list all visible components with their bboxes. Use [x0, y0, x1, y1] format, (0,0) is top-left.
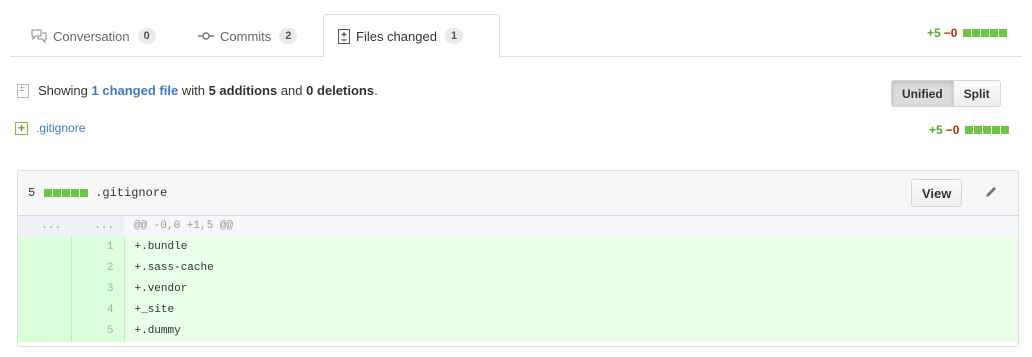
diff-view-toggle: Unified Split	[891, 80, 1001, 107]
unified-button[interactable]: Unified	[891, 80, 954, 107]
old-line-number[interactable]	[18, 279, 72, 300]
tab-counter: 2	[279, 28, 298, 44]
new-line-number[interactable]: 5	[71, 321, 125, 342]
new-line-number[interactable]: 2	[71, 258, 125, 279]
new-line-number[interactable]: 3	[71, 279, 125, 300]
line-code: +.bundle	[124, 237, 1018, 258]
toc-prefix: Showing	[38, 83, 88, 98]
tab-counter: 1	[444, 28, 464, 44]
tab-files-changed[interactable]: Files changed 1	[323, 14, 500, 58]
tab-label: Files changed	[356, 28, 437, 44]
hunk-header: @@ -0,0 +1,5 @@	[124, 216, 1018, 237]
new-line-number[interactable]: 4	[71, 300, 125, 321]
file-link[interactable]: .gitignore	[36, 121, 85, 135]
tab-counter: 0	[137, 28, 156, 44]
deletions-count: −0	[943, 26, 958, 40]
tab-conversation[interactable]: Conversation 0	[31, 14, 156, 58]
file-diff-icon	[338, 28, 350, 44]
changed-files-link[interactable]: 1 changed file	[92, 83, 179, 98]
diff-line: 2 +.sass-cache	[18, 258, 1018, 279]
file-list-item[interactable]: + .gitignore	[15, 121, 85, 135]
line-code: +.vendor	[124, 279, 1018, 300]
diffstat-blocks	[963, 29, 1008, 37]
diff-table: ... ... @@ -0,0 +1,5 @@ 1 +.bundle 2 +.s…	[18, 216, 1018, 342]
old-line-number[interactable]	[18, 258, 72, 279]
line-code: +.dummy	[124, 321, 1018, 342]
deletions-summary: 0 deletions	[306, 83, 375, 98]
file-diff: 5 .gitignore View ... ... @@ -0,0 +1,5 @…	[17, 170, 1019, 347]
new-line-number[interactable]: 1	[71, 237, 125, 258]
toc-suffix: .	[374, 83, 378, 98]
file-header: 5 .gitignore View	[18, 171, 1018, 216]
tab-label: Conversation	[53, 28, 130, 44]
file-change-count: 5	[28, 186, 36, 200]
pr-tabnav: Conversation 0 Commits 2 Files changed 1…	[10, 0, 1022, 58]
hunk-row: ... ... @@ -0,0 +1,5 @@	[18, 216, 1018, 237]
file-diffstat: +5 −0	[929, 123, 1010, 137]
file-name: .gitignore	[95, 186, 168, 200]
file-diff-icon	[17, 83, 29, 98]
pencil-icon[interactable]	[984, 185, 998, 199]
diff-added-icon: +	[15, 121, 28, 135]
split-button[interactable]: Split	[953, 80, 1001, 107]
diff-line: 5 +.dummy	[18, 321, 1018, 342]
old-line-number[interactable]	[18, 300, 72, 321]
deletions-count: −0	[945, 123, 960, 137]
diff-line: 4 +_site	[18, 300, 1018, 321]
view-file-button[interactable]: View	[911, 179, 963, 207]
diff-line: 1 +.bundle	[18, 237, 1018, 258]
additions-summary: 5 additions	[208, 83, 278, 98]
git-commit-icon	[198, 31, 214, 41]
comment-discussion-icon	[31, 29, 47, 43]
additions-count: +5	[927, 26, 941, 40]
tab-label: Commits	[220, 28, 272, 44]
old-line-number[interactable]	[18, 321, 72, 342]
diff-line: 3 +.vendor	[18, 279, 1018, 300]
toc-summary: Showing 1 changed file with 5 additions …	[17, 83, 378, 98]
expand-up[interactable]: ...	[18, 216, 71, 237]
tab-commits[interactable]: Commits 2	[198, 14, 298, 58]
line-code: +_site	[124, 300, 1018, 321]
line-code: +.sass-cache	[124, 258, 1018, 279]
expand-down[interactable]: ...	[71, 216, 124, 237]
old-line-number[interactable]	[18, 237, 72, 258]
additions-count: +5	[929, 123, 943, 137]
toc-with: with	[181, 83, 205, 98]
diffstat-blocks	[965, 126, 1010, 134]
pr-diffstat: +5 −0	[927, 26, 1008, 40]
toc-and: and	[280, 83, 303, 98]
diffstat-blocks	[44, 189, 89, 197]
